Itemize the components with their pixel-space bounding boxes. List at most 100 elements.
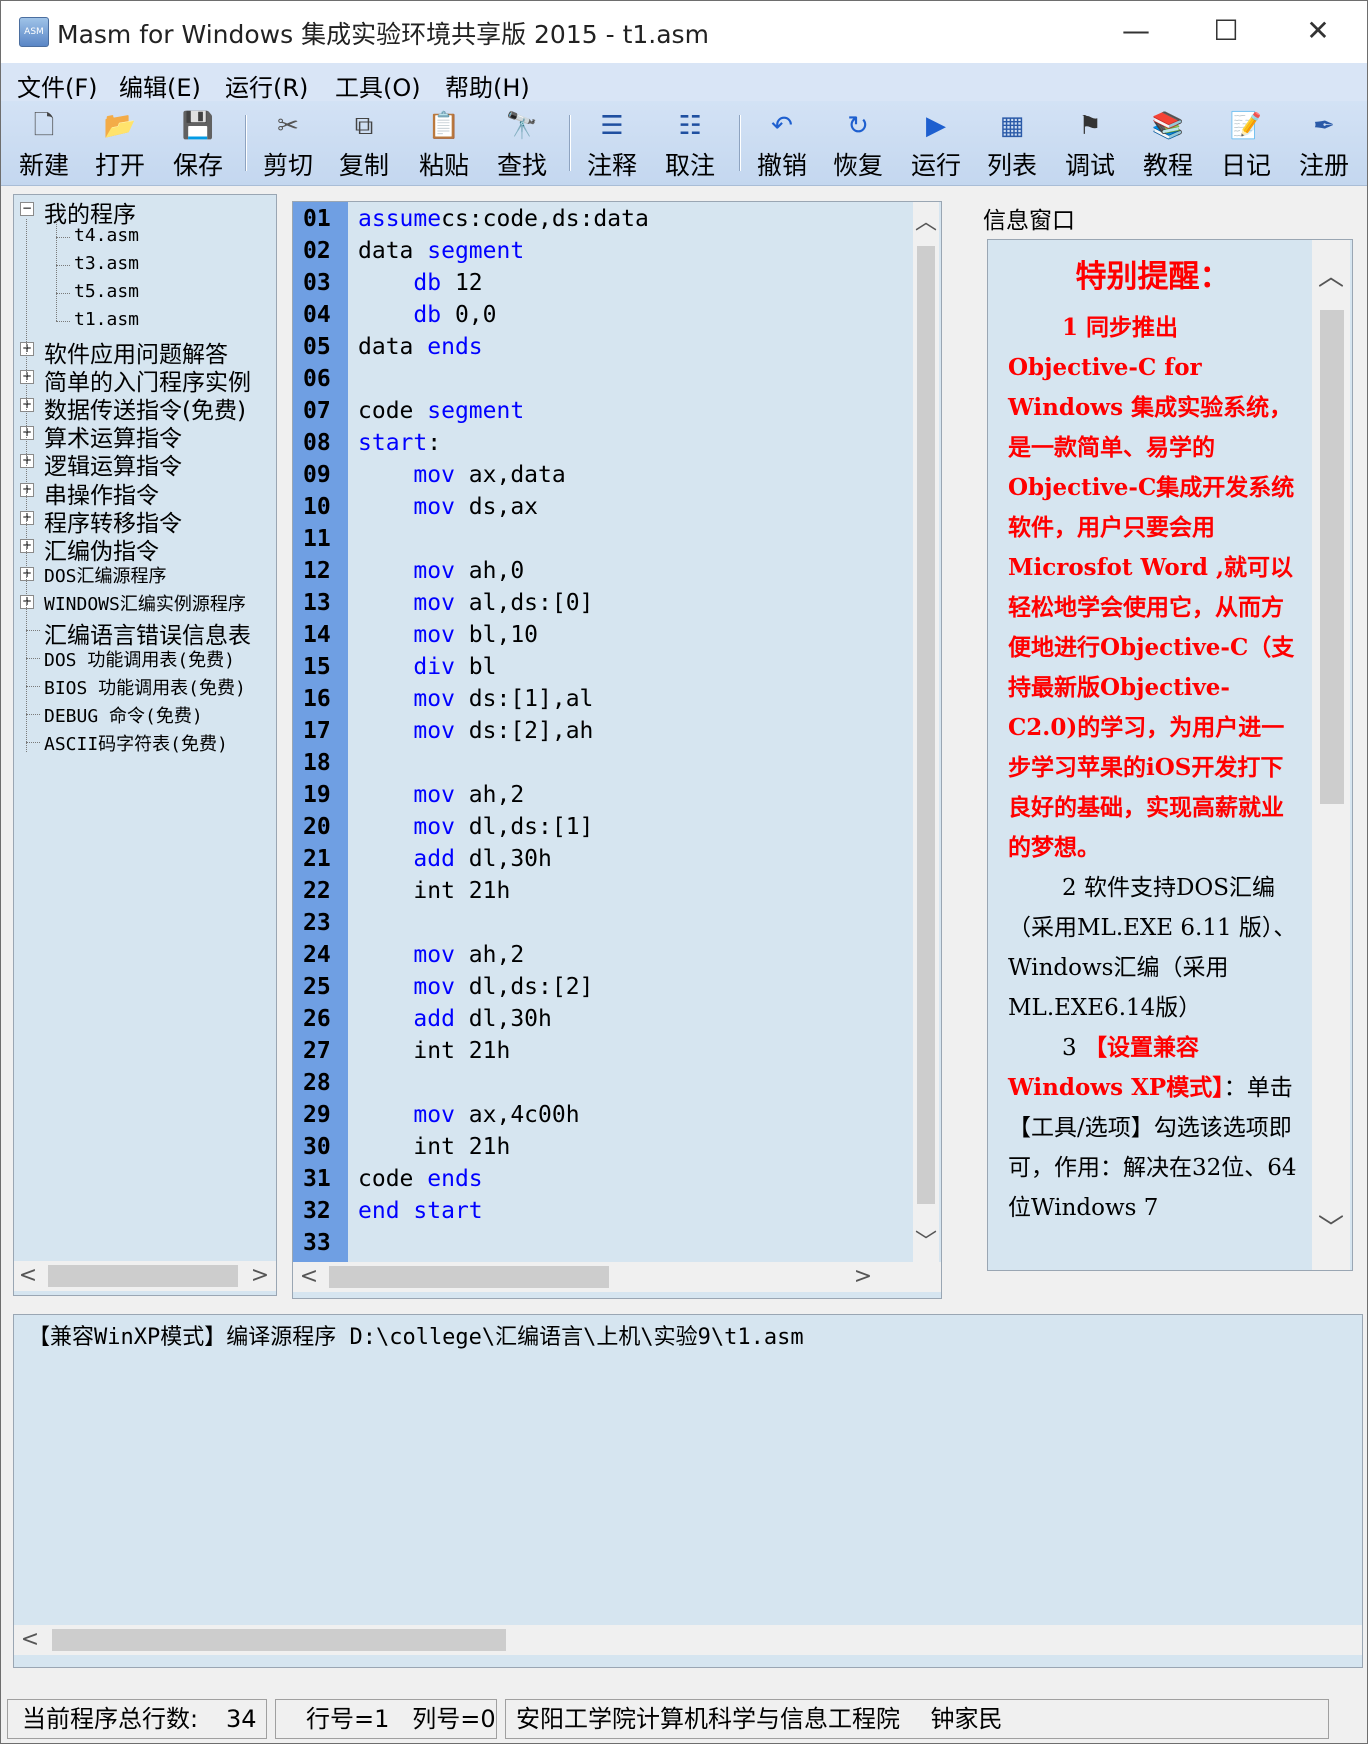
expand-icon[interactable]: + <box>20 566 34 581</box>
scroll-up-arrow-icon[interactable]: ︿ <box>1312 262 1350 292</box>
expand-icon[interactable]: + <box>20 342 34 356</box>
menu-help[interactable]: 帮助(H) <box>445 68 530 103</box>
tree-folder-item[interactable]: + 程序转移指令 <box>14 504 276 537</box>
tree-leaf-item[interactable]: BIOS 功能调用表(免费) <box>14 672 276 700</box>
toolbar-button-16[interactable]: ✒ 注册 <box>1291 105 1357 183</box>
code-line[interactable]: 29 mov ax,4c00h <box>293 1102 893 1134</box>
tree-file-item[interactable]: t3.asm <box>14 251 276 279</box>
code-line[interactable]: 05 data ends <box>293 334 893 366</box>
code-line[interactable]: 28 <box>293 1070 893 1102</box>
expand-icon[interactable]: + <box>20 370 34 385</box>
scroll-thumb[interactable] <box>48 1265 238 1287</box>
tree-leaf-item[interactable]: DEBUG 命令(免费) <box>14 700 276 728</box>
tree-folder-item[interactable]: + DOS汇编源程序 <box>14 560 276 588</box>
tree-folder-item[interactable]: + 软件应用问题解答 <box>14 335 276 368</box>
toolbar-button-13[interactable]: ⚑ 调试 <box>1057 105 1123 183</box>
toolbar-button-11[interactable]: ▶ 运行 <box>903 105 969 183</box>
expand-icon[interactable]: + <box>20 426 34 441</box>
code-line[interactable]: 18 <box>293 750 893 782</box>
code-line[interactable]: 12 mov ah,0 <box>293 558 893 590</box>
toolbar-button-10[interactable]: ↻ 恢复 <box>825 105 891 183</box>
code-line[interactable]: 02 data segment <box>293 238 893 270</box>
toolbar-button-2[interactable]: 💾 保存 <box>165 105 231 183</box>
toolbar-button-0[interactable]: 🗋 新建 <box>11 105 77 183</box>
expand-icon[interactable]: + <box>20 482 34 497</box>
toolbar-button-5[interactable]: 📋 粘贴 <box>411 105 477 183</box>
tree-file-item[interactable]: t5.asm <box>14 279 276 307</box>
code-line[interactable]: 19 mov ah,2 <box>293 782 893 814</box>
editor-vscrollbar[interactable]: ︿ ﹀ <box>913 202 939 1262</box>
code-line[interactable]: 21 add dl,30h <box>293 846 893 878</box>
tree-folder-item[interactable]: + 逻辑运算指令 <box>14 447 276 480</box>
editor-hscrollbar[interactable]: < > <box>293 1262 941 1292</box>
tree-folder-item[interactable]: + 汇编伪指令 <box>14 532 276 565</box>
expand-icon[interactable]: + <box>20 454 34 469</box>
tree-folder-item[interactable]: + 简单的入门程序实例 <box>14 363 276 396</box>
code-line[interactable]: 04 db 0,0 <box>293 302 893 334</box>
tree-folder-item[interactable]: + 串操作指令 <box>14 476 276 509</box>
maximize-button[interactable]: ☐ <box>1185 1 1267 63</box>
toolbar-button-8[interactable]: ☷ 取注 <box>657 105 723 183</box>
toolbar-button-6[interactable]: 🔭 查找 <box>489 105 555 183</box>
close-button[interactable]: ✕ <box>1277 1 1359 63</box>
code-line[interactable]: 03 db 12 <box>293 270 893 302</box>
code-line[interactable]: 33 <box>293 1230 893 1262</box>
code-line[interactable]: 32 end start <box>293 1198 893 1230</box>
tree-hscrollbar[interactable]: < > <box>14 1261 276 1291</box>
tree-folder-item[interactable]: + WINDOWS汇编实例源程序 <box>14 588 276 616</box>
menu-run[interactable]: 运行(R) <box>225 68 308 103</box>
code-line[interactable]: 20 mov dl,ds:[1] <box>293 814 893 846</box>
code-line[interactable]: 09 mov ax,data <box>293 462 893 494</box>
code-line[interactable]: 24 mov ah,2 <box>293 942 893 974</box>
code-line[interactable]: 01 assumecs:code,ds:data <box>293 206 893 238</box>
toolbar-button-1[interactable]: 📂 打开 <box>87 105 153 183</box>
code-line[interactable]: 13 mov al,ds:[0] <box>293 590 893 622</box>
collapse-icon[interactable]: − <box>20 202 34 216</box>
code-line[interactable]: 10 mov ds,ax <box>293 494 893 526</box>
code-line[interactable]: 25 mov dl,ds:[2] <box>293 974 893 1006</box>
expand-icon[interactable]: + <box>20 510 34 525</box>
scroll-right-arrow-icon[interactable]: > <box>250 1261 270 1291</box>
code-line[interactable]: 11 <box>293 526 893 558</box>
code-line[interactable]: 15 div bl <box>293 654 893 686</box>
tree-root-my-programs[interactable]: − 我的程序 <box>14 195 276 228</box>
tree-leaf-item[interactable]: ASCII码字符表(免费) <box>14 728 276 756</box>
code-line[interactable]: 22 int 21h <box>293 878 893 910</box>
code-line[interactable]: 17 mov ds:[2],ah <box>293 718 893 750</box>
output-hscrollbar[interactable]: < <box>14 1625 1362 1655</box>
code-line[interactable]: 27 int 21h <box>293 1038 893 1070</box>
code-line[interactable]: 16 mov ds:[1],al <box>293 686 893 718</box>
tree-folder-item[interactable]: + 数据传送指令(免费) <box>14 391 276 424</box>
code-line[interactable]: 23 <box>293 910 893 942</box>
code-line[interactable]: 14 mov bl,10 <box>293 622 893 654</box>
toolbar-button-7[interactable]: ☰ 注释 <box>579 105 645 183</box>
scroll-down-arrow-icon[interactable]: ﹀ <box>913 1228 939 1258</box>
scroll-up-arrow-icon[interactable]: ︿ <box>913 208 939 238</box>
toolbar-button-15[interactable]: 📝 日记 <box>1213 105 1279 183</box>
code-editor[interactable]: 01 assumecs:code,ds:data 02 data segment 03 … <box>292 201 942 1299</box>
scroll-thumb[interactable] <box>52 1629 506 1651</box>
toolbar-button-4[interactable]: ⧉ 复制 <box>331 105 397 183</box>
scroll-left-arrow-icon[interactable]: < <box>18 1261 38 1291</box>
toolbar-button-9[interactable]: ↶ 撤销 <box>749 105 815 183</box>
tree-file-item[interactable]: t1.asm <box>14 307 276 335</box>
expand-icon[interactable]: + <box>20 538 34 553</box>
code-line[interactable]: 07 code segment <box>293 398 893 430</box>
scroll-left-arrow-icon[interactable]: < <box>299 1262 319 1292</box>
toolbar-button-3[interactable]: ✂ 剪切 <box>255 105 321 183</box>
tree-leaf-item[interactable]: 汇编语言错误信息表 <box>14 616 276 649</box>
menu-tools[interactable]: 工具(O) <box>335 68 421 103</box>
tree-leaf-item[interactable]: DOS 功能调用表(免费) <box>14 644 276 672</box>
menu-file[interactable]: 文件(F) <box>17 68 98 103</box>
expand-icon[interactable]: + <box>20 398 34 413</box>
code-line[interactable]: 06 <box>293 366 893 398</box>
scroll-down-arrow-icon[interactable]: ﹀ <box>1312 1214 1350 1244</box>
tree-folder-item[interactable]: + 算术运算指令 <box>14 419 276 452</box>
scroll-thumb[interactable] <box>329 1266 609 1288</box>
code-line[interactable]: 31 code ends <box>293 1166 893 1198</box>
info-vscrollbar[interactable]: ︿ ﹀ <box>1312 240 1350 1270</box>
menu-edit[interactable]: 编辑(E) <box>119 68 201 103</box>
expand-icon[interactable]: + <box>20 594 34 609</box>
scroll-thumb[interactable] <box>1320 310 1344 804</box>
toolbar-button-14[interactable]: 📚 教程 <box>1135 105 1201 183</box>
